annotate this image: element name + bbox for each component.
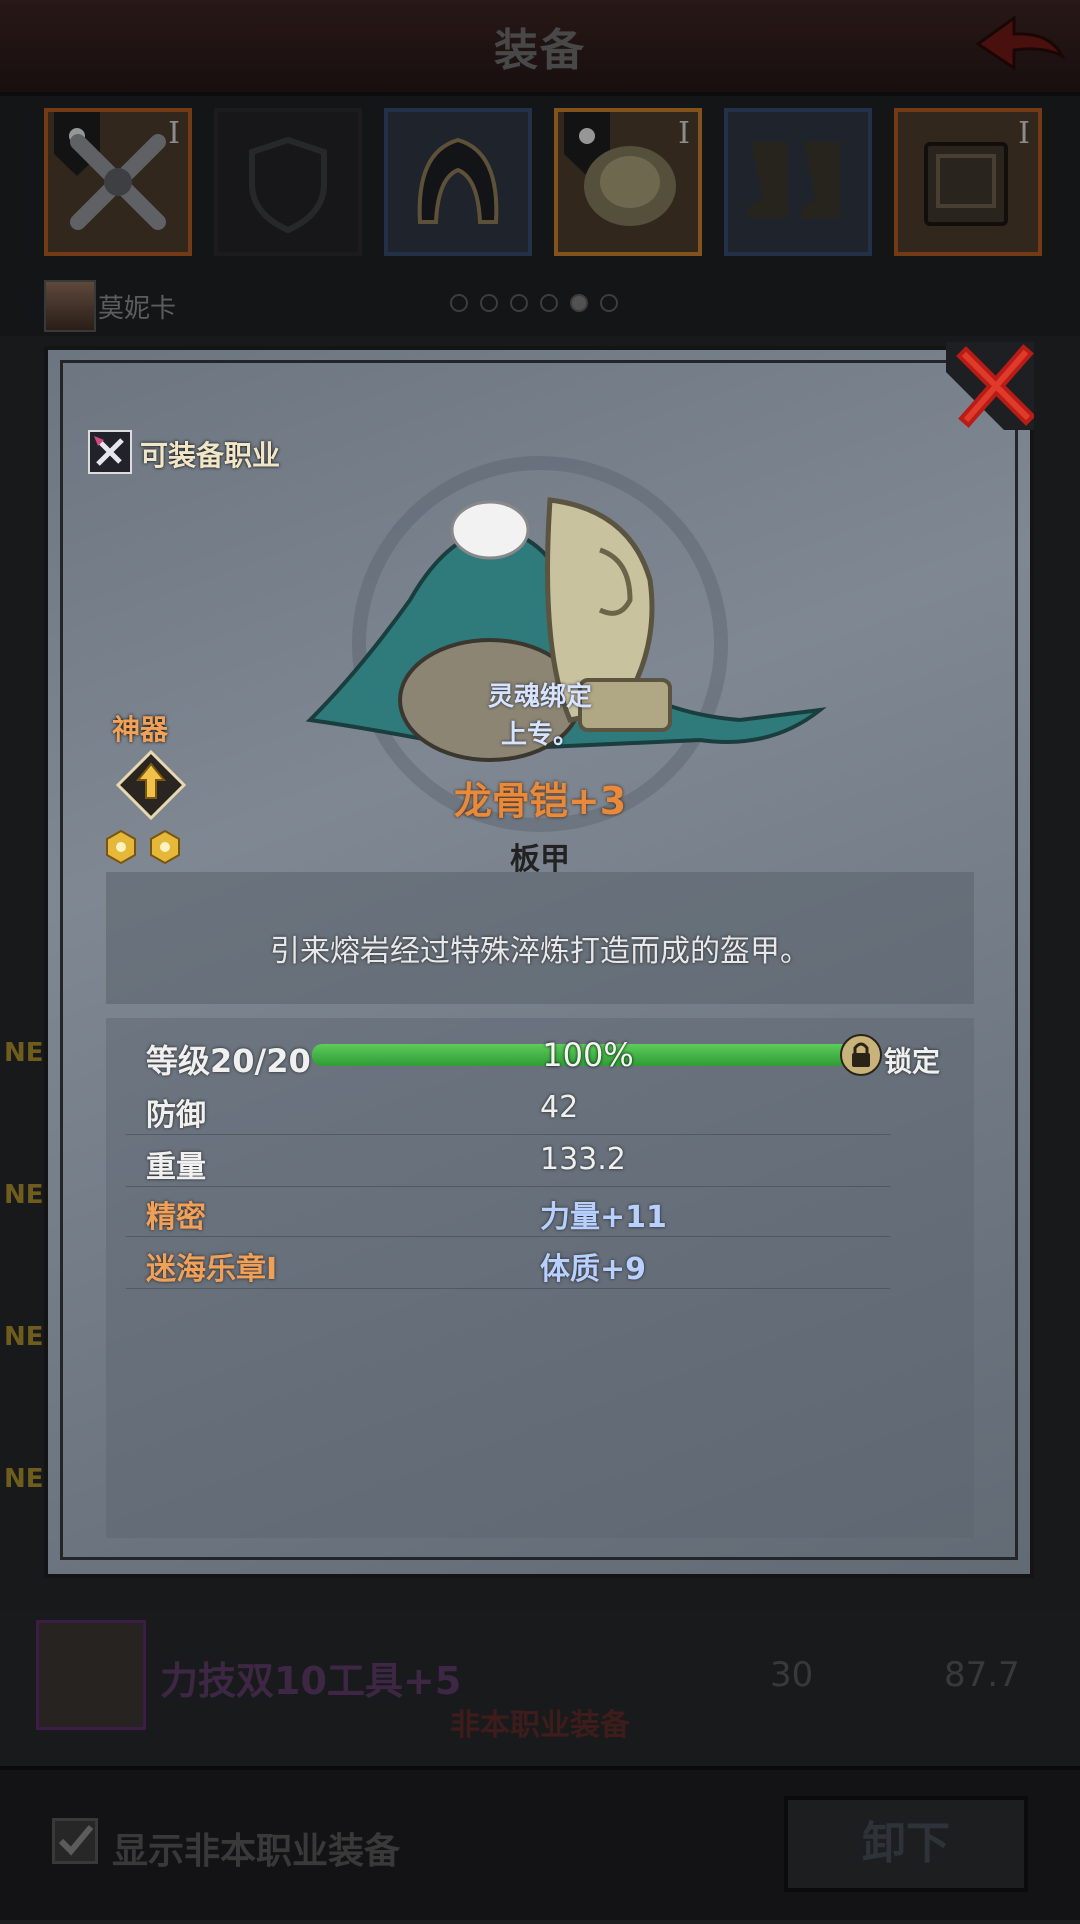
equippable-class-label: 可装备职业 [140, 439, 281, 472]
stat-value: 42 [540, 1090, 579, 1125]
class-icon[interactable] [88, 430, 132, 474]
artifact-label: 神器 [112, 713, 169, 746]
lock-label: 锁定 [884, 1045, 941, 1078]
stat-value: 133.2 [540, 1142, 626, 1177]
stat-label: 防御 [146, 1098, 206, 1133]
artifact-upgrade-icon[interactable] [116, 750, 186, 820]
stat-label: 重量 [146, 1150, 206, 1185]
stat-label: 迷海乐章I [146, 1252, 278, 1287]
stat-row: 迷海乐章I 体质+9 [126, 1238, 890, 1289]
gem-socket-icon [150, 830, 180, 864]
close-icon[interactable] [946, 342, 1034, 430]
lock-icon[interactable] [840, 1034, 882, 1076]
level-percent: 100% [542, 1036, 634, 1074]
gem-socket-icon [106, 830, 136, 864]
level-label: 等级20/20 [146, 1042, 311, 1080]
stat-value: 体质+9 [540, 1252, 647, 1287]
stat-value: 力量+11 [540, 1200, 667, 1235]
stat-label: 精密 [146, 1200, 206, 1235]
crossed-tools-icon [94, 436, 124, 466]
item-description: 引来熔岩经过特殊淬炼打造而成的盔甲。 [270, 934, 810, 969]
stat-row: 重量 133.2 [126, 1136, 890, 1187]
stat-row: 防御 42 [126, 1084, 890, 1135]
stat-row: 精密 力量+11 [126, 1186, 890, 1237]
